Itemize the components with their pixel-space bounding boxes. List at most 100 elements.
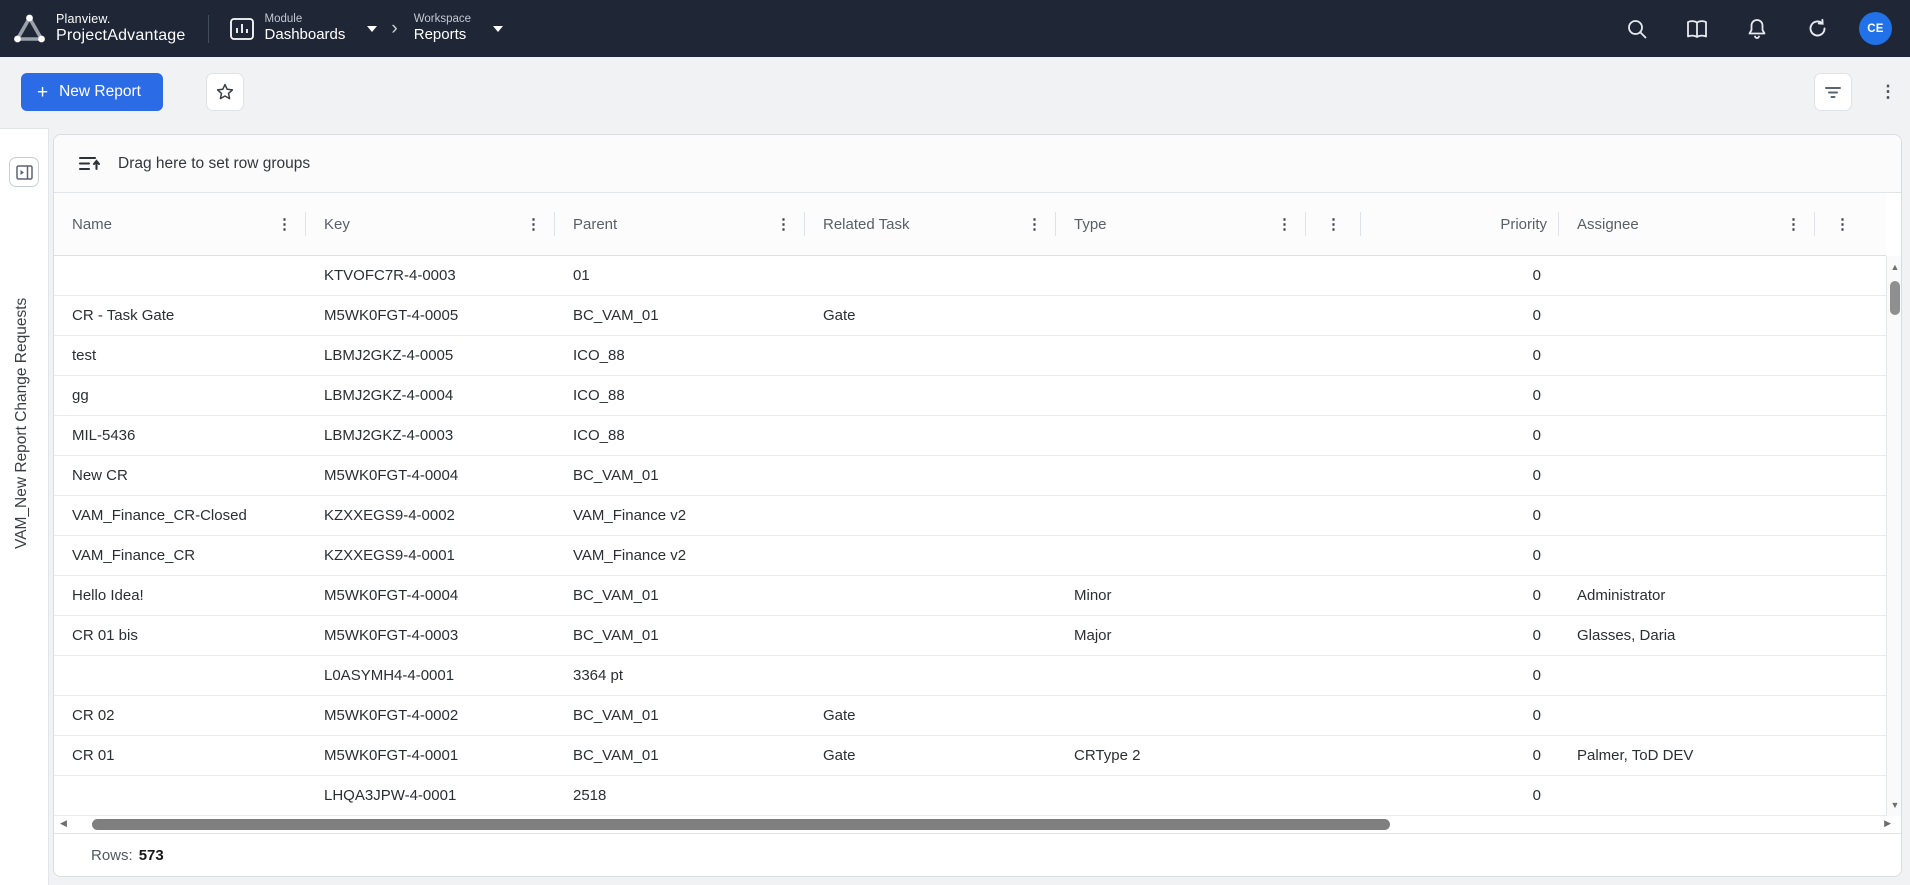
table-row[interactable]: CR 01 bisM5WK0FGT-4-0003BC_VAM_01Major0G… <box>54 616 1886 656</box>
table-row[interactable]: KTVOFC7R-4-0003010 <box>54 256 1886 296</box>
table-row[interactable]: ggLBMJ2GKZ-4-0004ICO_880 <box>54 376 1886 416</box>
module-caret-down-icon <box>367 26 377 32</box>
toolbar-more-menu-icon[interactable]: ⋮ <box>1873 73 1903 111</box>
table-row[interactable]: Hello Idea!M5WK0FGT-4-0004BC_VAM_01Minor… <box>54 576 1886 616</box>
column-label: Assignee <box>1577 216 1784 233</box>
table-cell: VAM_Finance v2 <box>555 496 805 535</box>
column-menu-icon[interactable]: ⋮ <box>275 213 294 236</box>
column-menu-icon[interactable]: ⋮ <box>1324 213 1343 236</box>
report-title-vertical[interactable]: VAM_New Report Change Requests <box>13 199 31 549</box>
column-header-unnamed-8[interactable]: ⋮ <box>1815 193 1886 255</box>
table-row[interactable]: New CRM5WK0FGT-4-0004BC_VAM_010 <box>54 456 1886 496</box>
table-cell <box>1056 296 1306 335</box>
help-book-icon[interactable] <box>1679 11 1715 47</box>
table-cell: VAM_Finance v2 <box>555 536 805 575</box>
table-row[interactable]: CR 01M5WK0FGT-4-0001BC_VAM_01GateCRType … <box>54 736 1886 776</box>
table-cell: M5WK0FGT-4-0003 <box>306 616 555 655</box>
top-navbar: Planview. ProjectAdvantage Module Dashbo… <box>0 0 1910 57</box>
horizontal-scrollbar[interactable]: ◀ ▶ <box>54 816 1901 833</box>
table-cell: BC_VAM_01 <box>555 736 805 775</box>
column-header-parent[interactable]: Parent⋮ <box>555 193 805 255</box>
dashboards-icon <box>229 17 255 41</box>
table-cell <box>1815 376 1886 415</box>
column-menu-icon[interactable]: ⋮ <box>1025 213 1044 236</box>
table-cell <box>1306 376 1361 415</box>
column-label: Key <box>324 216 524 233</box>
column-header-key[interactable]: Key⋮ <box>306 193 555 255</box>
table-cell <box>805 336 1056 375</box>
table-cell <box>1815 496 1886 535</box>
app-root: Planview. ProjectAdvantage Module Dashbo… <box>0 0 1910 885</box>
row-group-drop-zone[interactable]: Drag here to set row groups <box>54 135 1901 193</box>
grid-status-bar: Rows: 573 <box>54 833 1901 877</box>
table-row[interactable]: VAM_Finance_CR-ClosedKZXXEGS9-4-0002VAM_… <box>54 496 1886 536</box>
refresh-icon[interactable] <box>1799 11 1835 47</box>
table-cell: Major <box>1056 616 1306 655</box>
table-cell <box>1815 416 1886 455</box>
column-header-priority[interactable]: Priority <box>1361 193 1559 255</box>
table-cell <box>1815 536 1886 575</box>
table-cell <box>1559 416 1815 455</box>
vertical-scrollbar-thumb[interactable] <box>1890 281 1900 315</box>
table-cell: 0 <box>1361 656 1559 695</box>
table-cell: 3364 pt <box>555 656 805 695</box>
scroll-right-arrow-icon[interactable]: ▶ <box>1884 818 1891 829</box>
user-avatar[interactable]: CE <box>1859 12 1892 45</box>
table-cell <box>1056 776 1306 815</box>
table-cell <box>1306 336 1361 375</box>
table-cell <box>1559 296 1815 335</box>
table-cell <box>1559 776 1815 815</box>
table-cell: BC_VAM_01 <box>555 696 805 735</box>
table-cell <box>805 536 1056 575</box>
table-cell <box>1815 616 1886 655</box>
table-cell <box>1306 456 1361 495</box>
table-row[interactable]: CR 02M5WK0FGT-4-0002BC_VAM_01Gate0 <box>54 696 1886 736</box>
scroll-down-arrow-icon[interactable]: ▼ <box>1887 800 1902 810</box>
column-menu-icon[interactable]: ⋮ <box>1784 213 1803 236</box>
workspace-eyebrow: Workspace <box>414 13 471 26</box>
column-menu-icon[interactable]: ⋮ <box>1275 213 1294 236</box>
breadcrumb-chevron-icon: › <box>391 18 397 40</box>
table-row[interactable]: MIL-5436LBMJ2GKZ-4-0003ICO_880 <box>54 416 1886 456</box>
expand-panel-button[interactable] <box>9 157 39 187</box>
table-cell: 0 <box>1361 416 1559 455</box>
horizontal-scrollbar-thumb[interactable] <box>92 819 1390 830</box>
scroll-left-arrow-icon[interactable]: ◀ <box>60 818 67 829</box>
table-cell: 2518 <box>555 776 805 815</box>
table-cell <box>1559 656 1815 695</box>
planview-logo[interactable]: Planview. ProjectAdvantage <box>0 13 186 44</box>
column-header-related-task[interactable]: Related Task⋮ <box>805 193 1056 255</box>
column-header-type[interactable]: Type⋮ <box>1056 193 1306 255</box>
table-cell: gg <box>54 376 306 415</box>
vertical-scrollbar[interactable]: ▲ ▼ <box>1886 256 1902 816</box>
filter-button[interactable] <box>1814 73 1852 111</box>
column-label: Priority <box>1500 216 1547 233</box>
workspace-reports-menu[interactable]: Workspace Reports <box>414 13 503 43</box>
table-row[interactable]: L0ASYMH4-4-00013364 pt0 <box>54 656 1886 696</box>
table-cell <box>1815 256 1886 295</box>
table-row[interactable]: testLBMJ2GKZ-4-0005ICO_880 <box>54 336 1886 376</box>
column-menu-icon[interactable]: ⋮ <box>524 213 543 236</box>
table-cell <box>1306 536 1361 575</box>
table-cell <box>1306 256 1361 295</box>
table-cell: M5WK0FGT-4-0004 <box>306 456 555 495</box>
column-menu-icon[interactable]: ⋮ <box>774 213 793 236</box>
scroll-up-arrow-icon[interactable]: ▲ <box>1887 262 1902 272</box>
table-cell: KTVOFC7R-4-0003 <box>306 256 555 295</box>
notifications-bell-icon[interactable] <box>1739 11 1775 47</box>
table-row[interactable]: CR - Task GateM5WK0FGT-4-0005BC_VAM_01Ga… <box>54 296 1886 336</box>
table-cell <box>54 776 306 815</box>
column-header-assignee[interactable]: Assignee⋮ <box>1559 193 1815 255</box>
column-label: Name <box>72 216 275 233</box>
column-header-unnamed-5[interactable]: ⋮ <box>1306 193 1361 255</box>
module-dashboards-menu[interactable]: Module Dashboards <box>229 13 378 43</box>
column-header-name[interactable]: Name⋮ <box>54 193 306 255</box>
search-icon[interactable] <box>1619 11 1655 47</box>
column-menu-icon[interactable]: ⋮ <box>1833 213 1852 236</box>
table-cell <box>1056 656 1306 695</box>
new-report-button[interactable]: + New Report <box>21 73 163 111</box>
table-row[interactable]: LHQA3JPW-4-000125180 <box>54 776 1886 816</box>
table-row[interactable]: VAM_Finance_CRKZXXEGS9-4-0001VAM_Finance… <box>54 536 1886 576</box>
report-grid-card: Drag here to set row groups Name⋮Key⋮Par… <box>53 134 1902 877</box>
favorite-star-button[interactable] <box>206 73 244 111</box>
